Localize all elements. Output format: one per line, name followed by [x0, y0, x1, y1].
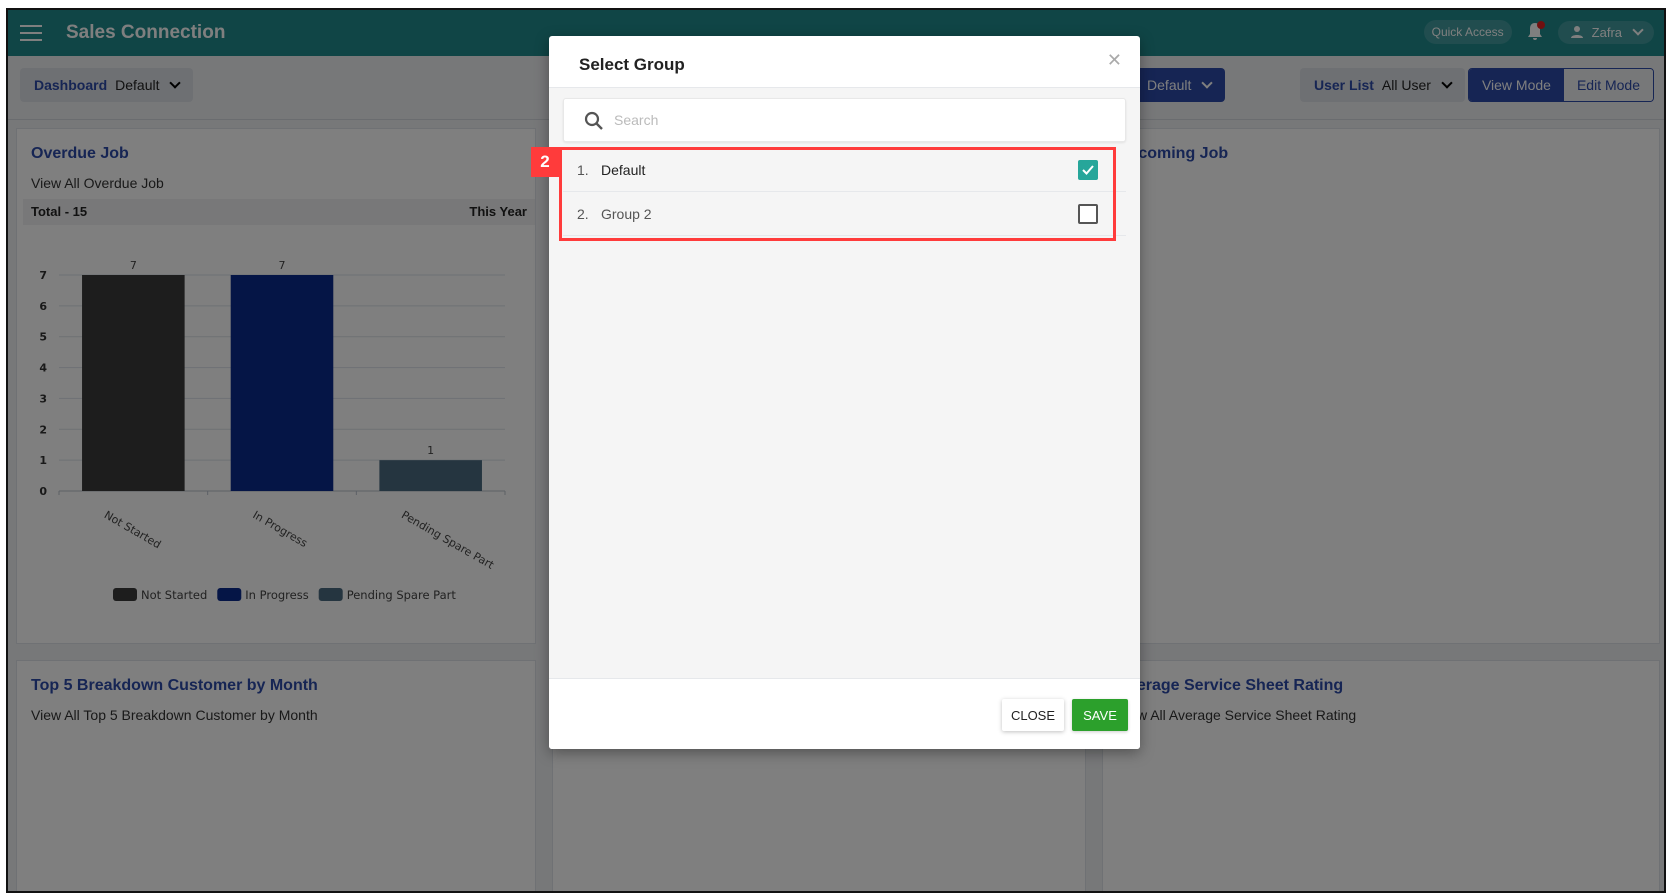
group-checkbox-checked[interactable]	[1078, 160, 1098, 180]
modal-footer: CLOSE SAVE	[549, 678, 1140, 749]
group-item-group-2[interactable]: 2. Group 2	[563, 192, 1126, 236]
close-button[interactable]: CLOSE	[1002, 699, 1064, 731]
group-list: 1. Default 2. Group 2	[563, 148, 1126, 236]
app-window: Sales Connection Quick Access Zafra Dash…	[6, 8, 1666, 893]
group-item-default[interactable]: 1. Default	[563, 148, 1126, 192]
select-group-modal: Select Group ✕ 1. Default 2. Group 2	[531, 36, 1140, 749]
group-checkbox-unchecked[interactable]	[1078, 204, 1098, 224]
step-badge: 2	[531, 147, 559, 177]
search-icon	[584, 111, 603, 130]
group-name: Group 2	[601, 205, 652, 222]
save-button[interactable]: SAVE	[1072, 699, 1128, 731]
modal-body: 1. Default 2. Group 2	[549, 88, 1140, 678]
close-icon[interactable]: ✕	[1107, 50, 1122, 71]
modal-title: Select Group	[579, 55, 685, 74]
modal-header: Select Group ✕	[549, 36, 1140, 88]
group-index: 1.	[577, 161, 589, 178]
search-input[interactable]	[614, 99, 1115, 141]
search-box	[563, 98, 1126, 142]
group-index: 2.	[577, 205, 589, 222]
group-name: Default	[601, 161, 646, 178]
checkmark-icon	[1082, 165, 1094, 175]
